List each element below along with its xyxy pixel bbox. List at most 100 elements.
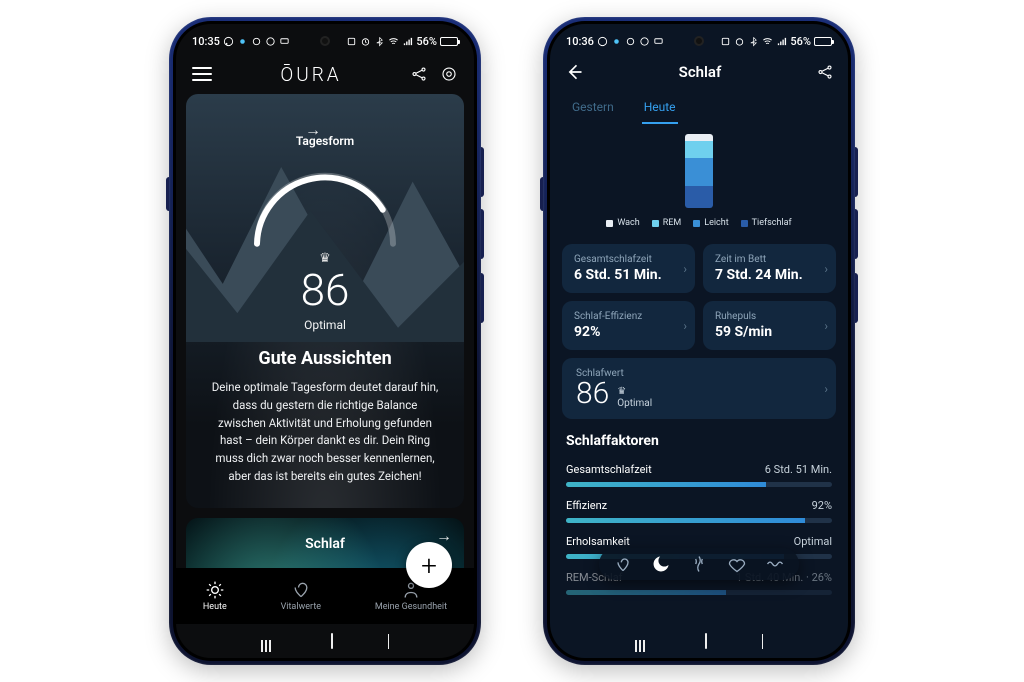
nav-today[interactable]: Heute	[203, 580, 227, 612]
metric-grid: Gesamtschlafzeit 6 Std. 51 Min. › Zeit i…	[550, 236, 848, 350]
recents-button[interactable]	[635, 640, 649, 642]
chevron-right-icon: ›	[824, 382, 828, 396]
whatsapp-icon	[597, 36, 608, 47]
brand-logo: ŌURA	[280, 63, 341, 86]
battery-indicator: 56%	[790, 35, 832, 48]
seg-light	[685, 158, 713, 186]
factor-total[interactable]: Gesamtschlafzeit 6 Std. 51 Min.	[550, 457, 848, 493]
factor-label: Effizienz	[566, 499, 607, 512]
sleep-header: Schlaf	[550, 52, 848, 92]
sleep-scroll[interactable]: Wach REM Leicht Tiefschlaf Gesamtschlafz…	[550, 124, 848, 624]
factor-value: Optimal	[794, 535, 832, 548]
tile-value: 7 Std. 24 Min.	[715, 267, 824, 283]
tile-efficiency[interactable]: Schlaf-Effizienz 92% ›	[562, 301, 695, 350]
share-icon[interactable]	[410, 65, 428, 83]
nav-vitals[interactable]: Vitalwerte	[281, 580, 321, 612]
factor-label: Gesamtschlafzeit	[566, 463, 652, 476]
pill-sleep-icon[interactable]	[651, 554, 671, 574]
readiness-label: Tagesform	[206, 134, 444, 148]
nav-vitals-label: Vitalwerte	[281, 602, 321, 612]
camera-cutout	[694, 36, 704, 46]
chevron-right-icon: ›	[824, 262, 828, 276]
dot-light-icon	[693, 220, 700, 227]
seg-deep	[685, 186, 713, 208]
phone-right: 10:36 56%	[543, 17, 855, 665]
app-header: ŌURA	[176, 52, 474, 94]
wifi-icon	[388, 36, 399, 47]
nav-health-label: Meine Gesundheit	[375, 602, 447, 612]
factor-value: 92%	[812, 499, 832, 512]
home-scroll[interactable]: → Tagesform ♛ 86 Optimal Gute Aussichten…	[176, 94, 474, 568]
wifi-icon	[762, 36, 773, 47]
system-nav	[176, 624, 474, 658]
crown-icon: ♛	[617, 386, 652, 397]
pill-readiness-icon[interactable]	[613, 554, 633, 574]
dot-deep-icon	[741, 220, 748, 227]
pill-heart-icon[interactable]	[727, 554, 747, 574]
battery-text: 56%	[416, 35, 437, 48]
system-nav	[550, 624, 848, 658]
add-button[interactable]: +	[406, 542, 452, 588]
whatsapp2-icon	[265, 36, 276, 47]
seg-rem	[685, 141, 713, 157]
recents-button[interactable]	[261, 640, 275, 642]
tile-resting-hr[interactable]: Ruhepuls 59 S/min ›	[703, 301, 836, 350]
dot-wake-icon	[606, 220, 613, 227]
chevron-right-icon: ›	[683, 262, 687, 276]
factors-heading: Schlaffaktoren	[550, 419, 848, 457]
circle-icon	[237, 36, 248, 47]
ring-status-icon[interactable]	[440, 65, 458, 83]
sleep-stage-chart[interactable]: Wach REM Leicht Tiefschlaf	[550, 124, 848, 236]
legend-light: Leicht	[704, 218, 728, 228]
home-button[interactable]	[331, 634, 333, 648]
sleep-score-value: 86	[576, 379, 609, 409]
legend-deep: Tiefschlaf	[752, 218, 792, 228]
readiness-card[interactable]: → Tagesform ♛ 86 Optimal Gute Aussichten…	[186, 94, 464, 508]
share-icon[interactable]	[816, 63, 834, 81]
bluetooth-icon	[748, 36, 759, 47]
tab-today[interactable]: Heute	[642, 92, 678, 124]
bluetooth-icon	[374, 36, 385, 47]
status-time: 10:35	[192, 35, 220, 48]
factor-label: Erholsamkeit	[566, 535, 630, 548]
pill-activity-icon[interactable]	[689, 554, 709, 574]
ring-icon	[251, 36, 262, 47]
factor-bar	[566, 482, 832, 487]
day-tabs: Gestern Heute	[550, 92, 848, 124]
alarm-icon	[734, 36, 745, 47]
signal-icon	[402, 36, 413, 47]
factor-efficiency[interactable]: Effizienz 92%	[550, 493, 848, 529]
tile-total-sleep[interactable]: Gesamtschlafzeit 6 Std. 51 Min. ›	[562, 244, 695, 293]
back-arrow-icon[interactable]	[564, 62, 584, 82]
chevron-right-icon: ›	[683, 319, 687, 333]
menu-button[interactable]	[192, 67, 212, 81]
sun-icon	[205, 580, 225, 600]
camera-cutout	[320, 36, 330, 46]
signal-icon	[776, 36, 787, 47]
readiness-status: Optimal	[206, 318, 444, 332]
tile-label: Schlaf-Effizienz	[574, 311, 683, 322]
dot-rem-icon	[652, 220, 659, 227]
pill-stress-icon[interactable]	[765, 554, 785, 574]
tile-value: 59 S/min	[715, 324, 824, 340]
legend-rem: REM	[663, 218, 682, 228]
tab-yesterday[interactable]: Gestern	[570, 92, 616, 124]
legend-wake: Wach	[617, 218, 639, 228]
back-button[interactable]	[762, 634, 763, 648]
ring-icon	[625, 36, 636, 47]
back-button[interactable]	[388, 634, 389, 648]
body-text: Deine optimale Tagesform deutet darauf h…	[206, 379, 444, 486]
vitals-icon	[291, 580, 311, 600]
tile-time-in-bed[interactable]: Zeit im Bett 7 Std. 24 Min. ›	[703, 244, 836, 293]
home-button[interactable]	[705, 634, 707, 648]
seg-wake	[685, 134, 713, 141]
whatsapp2-icon	[639, 36, 650, 47]
phone-left: 10:35 56%	[169, 17, 481, 665]
whatsapp-icon	[223, 36, 234, 47]
tile-label: Zeit im Bett	[715, 254, 824, 265]
page-title: Schlaf	[679, 63, 722, 81]
circle-icon	[611, 36, 622, 47]
tile-sleep-score[interactable]: Schlafwert 86 ♛ Optimal ›	[562, 358, 836, 419]
arrow-right-icon[interactable]: →	[436, 526, 452, 546]
factor-value: 6 Std. 51 Min.	[765, 463, 832, 476]
